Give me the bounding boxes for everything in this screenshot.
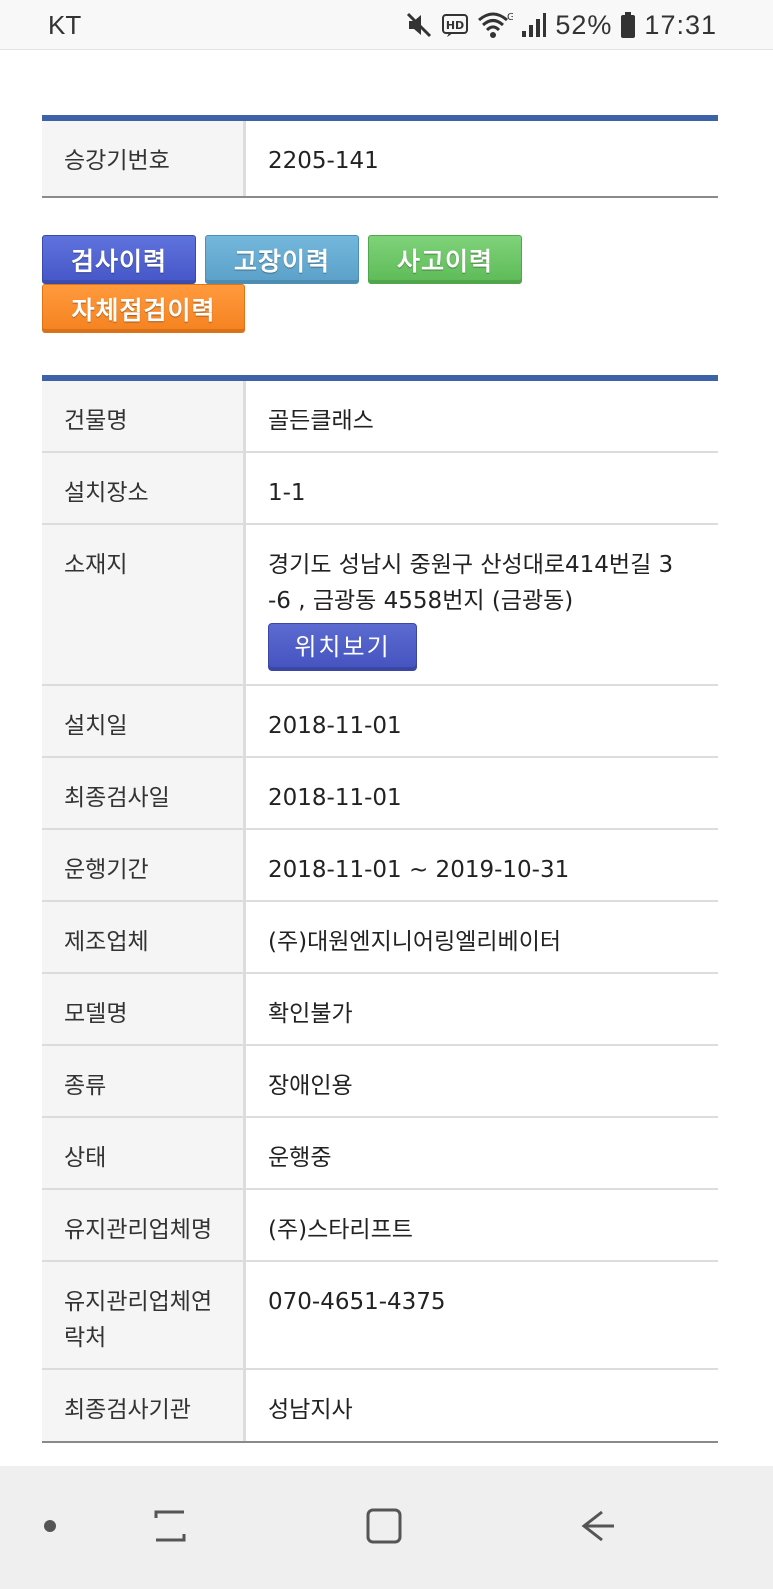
operation-period-label: 운행기간 bbox=[42, 830, 246, 900]
type-label: 종류 bbox=[42, 1046, 246, 1116]
maintenance-contact-label: 유지관리업체연 락처 bbox=[42, 1262, 246, 1368]
table-row: 상태 운행중 bbox=[42, 1118, 718, 1190]
dot-indicator-icon[interactable] bbox=[20, 1496, 80, 1556]
elevator-detail-table: 건물명 골든클래스 설치장소 1-1 소재지 경기도 성남시 중원구 산성대로4… bbox=[42, 375, 718, 1443]
model-name-label: 모델명 bbox=[42, 974, 246, 1044]
failure-history-button[interactable]: 고장이력 bbox=[205, 235, 359, 284]
table-row: 모델명 확인불가 bbox=[42, 974, 718, 1046]
building-name-value: 골든클래스 bbox=[268, 408, 374, 434]
install-date-label: 설치일 bbox=[42, 686, 246, 756]
navigation-bar bbox=[0, 1466, 773, 1589]
model-name-value: 확인불가 bbox=[268, 1001, 353, 1027]
carrier-name: KT bbox=[48, 10, 82, 40]
maintenance-company-label: 유지관리업체명 bbox=[42, 1190, 246, 1260]
type-value: 장애인용 bbox=[268, 1073, 353, 1099]
table-row: 종류 장애인용 bbox=[42, 1046, 718, 1118]
address-line-2: -6 , 금광동 4558번지 (금광동) bbox=[268, 588, 574, 614]
maintenance-contact-label-line-1: 유지관리업체연 bbox=[64, 1289, 213, 1315]
table-row: 설치일 2018-11-01 bbox=[42, 686, 718, 758]
table-row: 제조업체 (주)대원엔지니어링엘리베이터 bbox=[42, 902, 718, 974]
svg-text:G: G bbox=[507, 12, 513, 23]
battery-percent: 52% bbox=[555, 9, 613, 40]
manufacturer-value: (주)대원엔지니어링엘리베이터 bbox=[268, 929, 562, 955]
status-bar: KT HD G 52% 17:31 bbox=[0, 0, 773, 50]
address-line-1: 경기도 성남시 중원구 산성대로414번길 3 bbox=[268, 552, 674, 578]
view-location-button[interactable]: 위치보기 bbox=[268, 623, 417, 671]
maintenance-contact-value: 070-4651-4375 bbox=[268, 1289, 446, 1315]
table-row: 유지관리업체연 락처 070-4651-4375 bbox=[42, 1262, 718, 1370]
status-icons: HD G 52% 17:31 bbox=[405, 8, 717, 42]
self-check-history-button[interactable]: 자체점검이력 bbox=[42, 284, 245, 333]
accident-history-button[interactable]: 사고이력 bbox=[368, 235, 522, 284]
home-icon[interactable] bbox=[354, 1496, 414, 1556]
table-row: 소재지 경기도 성남시 중원구 산성대로414번길 3 -6 , 금광동 455… bbox=[42, 525, 718, 686]
install-date-value: 2018-11-01 bbox=[268, 713, 402, 739]
signal-icon bbox=[522, 13, 547, 37]
table-row: 최종검사기관 성남지사 bbox=[42, 1370, 718, 1443]
mute-icon bbox=[407, 12, 432, 38]
install-location-label: 설치장소 bbox=[42, 453, 246, 523]
svg-text:HD: HD bbox=[446, 19, 464, 32]
table-row: 운행기간 2018-11-01 ~ 2019-10-31 bbox=[42, 830, 718, 902]
operation-period-value: 2018-11-01 ~ 2019-10-31 bbox=[268, 857, 570, 883]
table-row: 승강기번호 2205-141 bbox=[42, 121, 718, 198]
install-location-value: 1-1 bbox=[268, 480, 306, 506]
table-row: 설치장소 1-1 bbox=[42, 453, 718, 525]
building-name-label: 건물명 bbox=[42, 381, 246, 451]
address-label: 소재지 bbox=[42, 525, 246, 684]
table-row: 최종검사일 2018-11-01 bbox=[42, 758, 718, 830]
clock: 17:31 bbox=[644, 9, 717, 40]
last-inspection-agency-label: 최종검사기관 bbox=[42, 1370, 246, 1441]
last-inspection-date-value: 2018-11-01 bbox=[268, 785, 402, 811]
wifi-icon: G bbox=[478, 12, 513, 38]
back-icon[interactable] bbox=[568, 1496, 628, 1556]
table-row: 건물명 골든클래스 bbox=[42, 381, 718, 453]
elevator-number-table: 승강기번호 2205-141 bbox=[42, 115, 718, 198]
recent-apps-icon[interactable] bbox=[140, 1496, 200, 1556]
table-row: 유지관리업체명 (주)스타리프트 bbox=[42, 1190, 718, 1262]
status-label: 상태 bbox=[42, 1118, 246, 1188]
manufacturer-label: 제조업체 bbox=[42, 902, 246, 972]
elevator-number-value: 2205-141 bbox=[268, 148, 379, 174]
maintenance-company-value: (주)스타리프트 bbox=[268, 1217, 413, 1243]
last-inspection-date-label: 최종검사일 bbox=[42, 758, 246, 828]
elevator-number-label: 승강기번호 bbox=[42, 121, 246, 196]
address-cell: 경기도 성남시 중원구 산성대로414번길 3 -6 , 금광동 4558번지 … bbox=[246, 525, 718, 684]
battery-icon bbox=[621, 12, 636, 38]
hd-icon: HD bbox=[442, 14, 469, 37]
inspection-history-button[interactable]: 검사이력 bbox=[42, 235, 196, 284]
status-value: 운행중 bbox=[268, 1145, 332, 1171]
maintenance-contact-label-line-2: 락처 bbox=[64, 1325, 107, 1351]
last-inspection-agency-value: 성남지사 bbox=[268, 1397, 353, 1423]
